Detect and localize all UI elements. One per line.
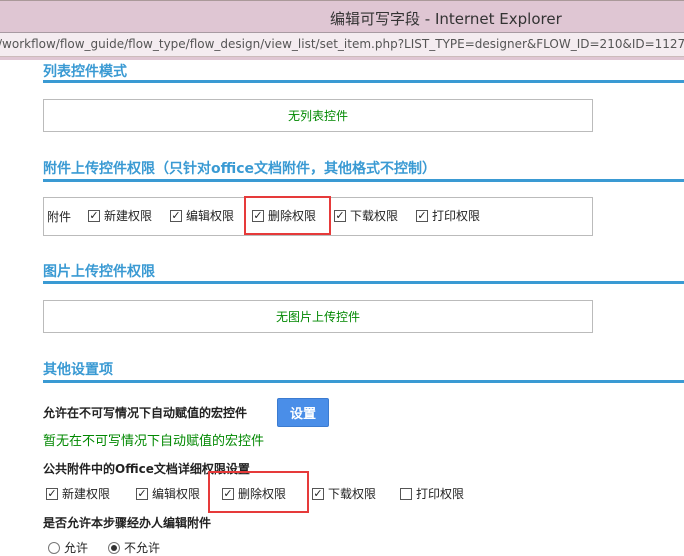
checkbox-icon[interactable]: ✓ [136,487,148,500]
checkbox-label: 打印权限 [416,487,465,501]
edit-attach-label: 是否允许本步骤经办人编辑附件 [43,516,212,530]
radio-icon[interactable] [48,541,60,554]
address-bar[interactable]: /workflow/flow_guide/flow_type/flow_desi… [0,33,684,57]
section-heading-other: 其他设置项 [43,362,113,378]
section-heading-list: 列表控件模式 [43,64,127,80]
highlight-box [244,196,331,235]
checkbox-label: 打印权限 [432,209,481,223]
checkbox-icon[interactable]: ✓ [46,487,58,500]
divider [43,179,684,182]
url-text: /workflow/flow_guide/flow_type/flow_desi… [0,37,684,51]
radio-icon[interactable] [108,541,120,554]
image-empty-box: 无图片上传控件 [43,300,593,333]
macro-empty-text: 暂无在不可写情况下自动赋值的宏控件 [43,434,265,449]
divider [43,80,684,83]
checkbox-icon[interactable]: ✓ [416,209,428,222]
checkbox-1[interactable]: ✓ 新建权限 [88,207,152,224]
radio-option[interactable]: 允许 [48,539,88,556]
checkbox-icon[interactable]: ✓ [334,209,346,222]
checkbox-icon[interactable] [400,487,412,500]
list-empty-box: 无列表控件 [43,99,593,132]
title-bar: 编辑可写字段 - Internet Explorer [0,0,684,33]
checkbox-4[interactable]: ✓ 下载权限 [334,207,398,224]
checkbox-2[interactable]: ✓ 编辑权限 [136,485,200,502]
checkbox-icon[interactable]: ✓ [170,209,182,222]
checkbox-label: 下载权限 [350,209,399,223]
checkbox-icon[interactable]: ✓ [312,487,324,500]
section-heading-attach: 附件上传控件权限（只针对office文档附件，其他格式不控制） [43,161,437,177]
set-button[interactable]: 设置 [277,398,329,427]
divider [0,57,684,60]
list-empty-text: 无列表控件 [287,109,348,123]
checkbox-4[interactable]: ✓ 下载权限 [312,485,376,502]
radio-option[interactable]: 不允许 [108,539,160,556]
radio-label: 不允许 [124,541,161,555]
checkbox-2[interactable]: ✓ 编辑权限 [170,207,234,224]
image-empty-text: 无图片上传控件 [275,310,360,324]
checkbox-5[interactable]: 打印权限 [400,485,464,502]
checkbox-label: 编辑权限 [152,487,201,501]
highlight-box [208,471,309,513]
macro-label: 允许在不可写情况下自动赋值的宏控件 [43,406,248,420]
checkbox-5[interactable]: ✓ 打印权限 [416,207,480,224]
divider [43,281,684,284]
checkbox-label: 新建权限 [62,487,111,501]
checkbox-label: 新建权限 [104,209,153,223]
radio-label: 允许 [64,541,89,555]
attach-label: 附件 [47,210,72,224]
checkbox-label: 下载权限 [328,487,377,501]
checkbox-icon[interactable]: ✓ [88,209,100,222]
checkbox-label: 编辑权限 [186,209,235,223]
checkbox-1[interactable]: ✓ 新建权限 [46,485,110,502]
divider [43,380,684,383]
window-title: 编辑可写字段 - Internet Explorer [330,10,562,28]
section-heading-image: 图片上传控件权限 [43,264,155,280]
